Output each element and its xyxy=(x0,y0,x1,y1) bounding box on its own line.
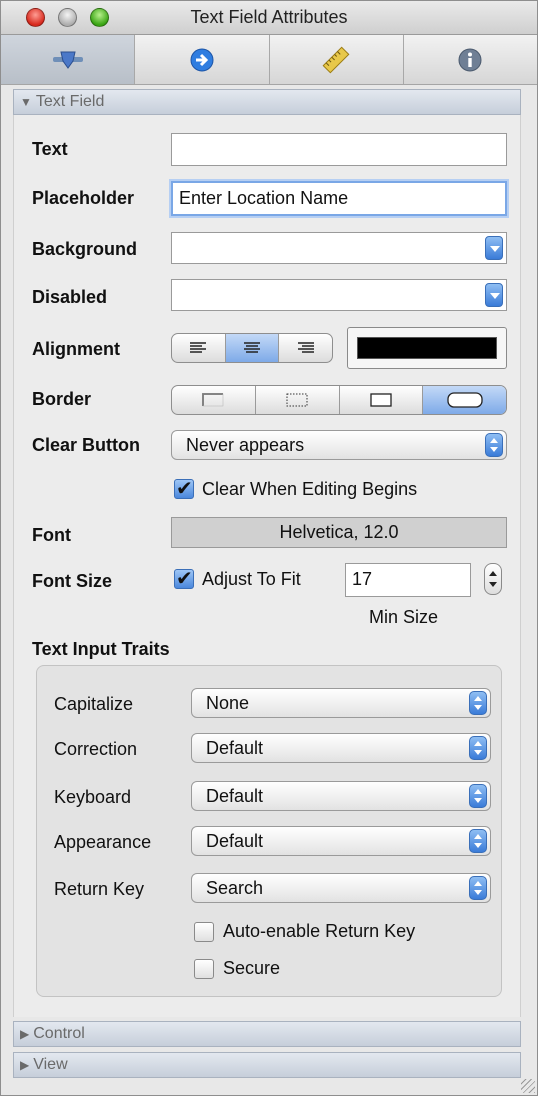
text-color-well[interactable] xyxy=(347,327,507,369)
clear-button-popup[interactable]: Never appears xyxy=(171,430,507,460)
background-label: Background xyxy=(32,239,138,259)
auto-enable-return-key-checkbox[interactable] xyxy=(194,922,214,942)
min-size-stepper[interactable] xyxy=(484,563,502,595)
font-label: Font xyxy=(32,525,71,545)
min-size-field[interactable]: 17 xyxy=(345,563,471,597)
popup-arrows-icon xyxy=(469,736,487,760)
popup-arrows-icon xyxy=(469,829,487,853)
text-input-traits-heading: Text Input Traits xyxy=(32,639,170,659)
return-key-popup[interactable]: Search xyxy=(191,873,491,903)
align-center-button[interactable] xyxy=(225,334,280,362)
section-title: View xyxy=(33,1056,68,1073)
tab-identity[interactable] xyxy=(1,35,136,84)
identity-icon xyxy=(52,51,83,69)
adjust-to-fit-label: Adjust To Fit xyxy=(202,569,301,589)
correction-value: Default xyxy=(206,738,264,758)
background-combo[interactable] xyxy=(171,232,507,264)
alignment-segmented-control xyxy=(171,333,333,363)
dropdown-arrow-icon[interactable] xyxy=(485,236,503,260)
align-center-icon xyxy=(244,342,260,353)
inspector-window: Text Field Attributes ▼ Text Field Text … xyxy=(0,0,538,1096)
section-title: Control xyxy=(33,1025,85,1042)
window-title: Text Field Attributes xyxy=(190,7,348,27)
clear-button-value: Never appears xyxy=(186,435,305,455)
secure-checkbox[interactable] xyxy=(194,959,214,979)
tab-info[interactable] xyxy=(404,35,537,84)
text-field[interactable] xyxy=(171,133,507,166)
popup-arrows-icon xyxy=(469,691,487,715)
align-right-button[interactable] xyxy=(279,334,332,362)
return-key-label: Return Key xyxy=(54,879,145,899)
border-label: Border xyxy=(32,389,92,409)
min-size-value: 17 xyxy=(352,569,373,589)
disabled-label: Disabled xyxy=(32,287,108,307)
text-field-pane: Text Placeholder Enter Location Name Bac… xyxy=(13,115,521,1017)
clear-when-editing-checkbox[interactable] xyxy=(174,476,194,501)
title-bar[interactable]: Text Field Attributes xyxy=(1,1,537,35)
border-dotted-icon xyxy=(286,393,308,407)
auto-enable-return-key-label: Auto-enable Return Key xyxy=(223,921,416,941)
tab-size[interactable] xyxy=(270,35,404,84)
disclosure-closed-icon: ▶ xyxy=(20,1027,30,1041)
clear-when-editing-label: Clear When Editing Begins xyxy=(202,479,418,499)
keyboard-label: Keyboard xyxy=(54,787,132,807)
popup-arrows-icon xyxy=(469,784,487,808)
placeholder-field[interactable]: Enter Location Name xyxy=(171,181,507,216)
info-icon xyxy=(458,48,482,71)
alignment-label: Alignment xyxy=(32,339,120,359)
border-none-icon xyxy=(202,393,224,407)
return-key-value: Search xyxy=(206,878,264,898)
popup-arrows-icon xyxy=(469,876,487,900)
align-left-button[interactable] xyxy=(172,334,226,362)
correction-popup[interactable]: Default xyxy=(191,733,491,763)
capitalize-popup[interactable]: None xyxy=(191,688,491,718)
placeholder-label: Placeholder xyxy=(32,188,135,208)
section-title: Text Field xyxy=(35,93,105,110)
stepper-arrows-icon xyxy=(489,571,497,587)
border-line-button[interactable] xyxy=(256,386,340,414)
placeholder-value: Enter Location Name xyxy=(179,188,349,208)
secure-label: Secure xyxy=(223,958,281,978)
keyboard-value: Default xyxy=(206,786,264,806)
resize-grip-icon[interactable] xyxy=(521,1079,535,1093)
appearance-label: Appearance xyxy=(54,832,152,852)
appearance-popup[interactable]: Default xyxy=(191,826,491,856)
text-color-swatch xyxy=(357,337,497,359)
section-header-view[interactable]: ▶ View xyxy=(13,1052,521,1078)
font-value: Helvetica, 12.0 xyxy=(279,522,399,542)
align-right-icon xyxy=(297,342,314,353)
size-ruler-icon xyxy=(322,46,350,73)
popup-arrows-icon xyxy=(485,433,503,457)
adjust-to-fit-checkbox[interactable] xyxy=(174,566,194,591)
section-header-control[interactable]: ▶ Control xyxy=(13,1021,521,1047)
connections-icon xyxy=(190,48,214,71)
keyboard-popup[interactable]: Default xyxy=(191,781,491,811)
correction-label: Correction xyxy=(54,739,138,759)
align-left-icon xyxy=(190,342,207,353)
border-rect-icon xyxy=(370,393,392,407)
tab-connections[interactable] xyxy=(135,35,270,84)
border-none-button[interactable] xyxy=(172,386,256,414)
text-label: Text xyxy=(32,139,68,159)
text-input-traits-box: Capitalize None Correction Default Keybo… xyxy=(36,665,502,997)
min-size-caption: Min Size xyxy=(369,607,439,627)
clear-button-label: Clear Button xyxy=(32,435,140,455)
border-style-segmented-control xyxy=(171,385,507,415)
section-header-text-field[interactable]: ▼ Text Field xyxy=(13,89,521,115)
appearance-value: Default xyxy=(206,831,264,851)
dropdown-arrow-icon[interactable] xyxy=(485,283,503,307)
font-size-label: Font Size xyxy=(32,571,112,591)
border-bezel-button[interactable] xyxy=(340,386,424,414)
font-field[interactable]: Helvetica, 12.0 xyxy=(171,517,507,548)
capitalize-value: None xyxy=(206,693,250,713)
disclosure-open-icon: ▼ xyxy=(20,95,32,109)
border-rounded-button[interactable] xyxy=(423,386,506,414)
border-rounded-icon xyxy=(446,392,483,408)
inspector-tab-bar xyxy=(1,35,537,85)
capitalize-label: Capitalize xyxy=(54,694,134,714)
disabled-combo[interactable] xyxy=(171,279,507,311)
disclosure-closed-icon: ▶ xyxy=(20,1058,30,1072)
